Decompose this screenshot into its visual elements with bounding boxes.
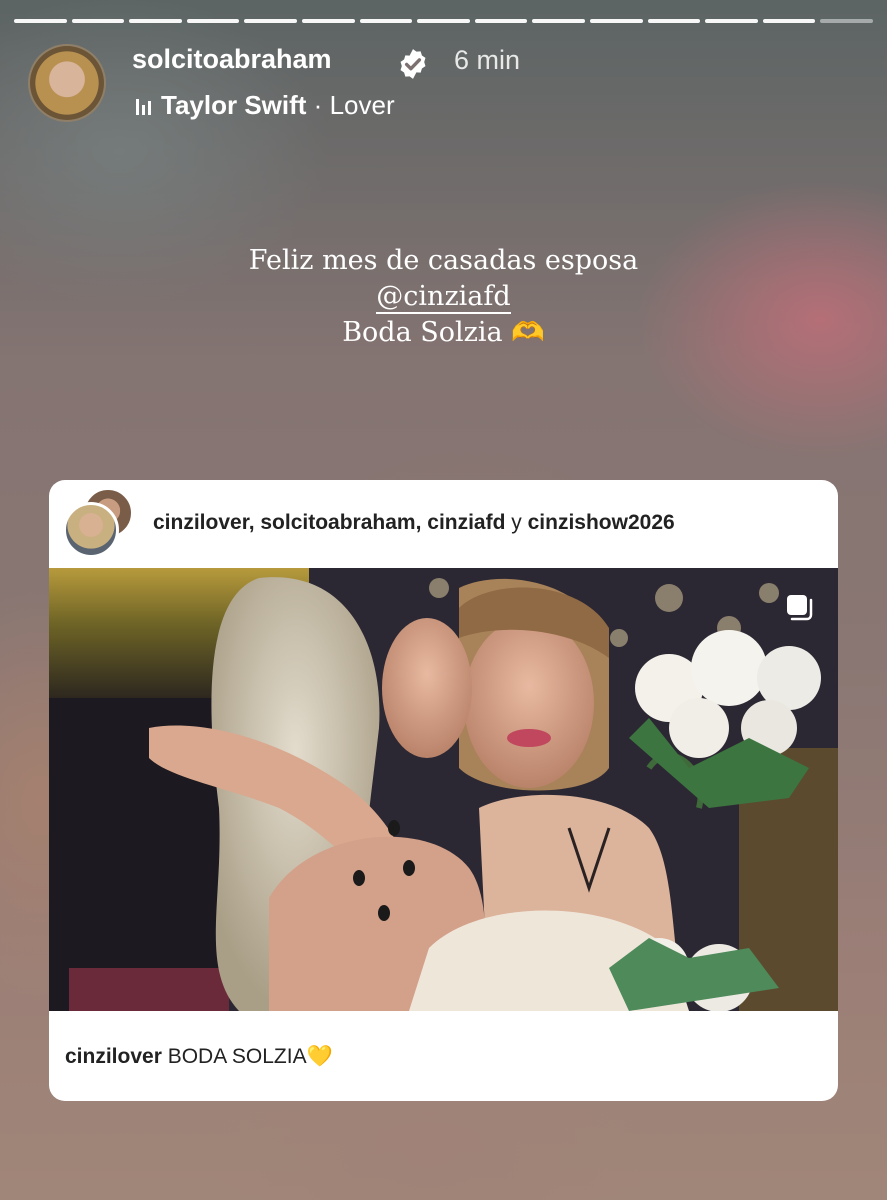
music-bars-icon [136,97,151,115]
multiple-photos-icon [787,595,813,621]
caption-line: Boda Solzia 🫶 [342,317,545,348]
story-caption: Feliz mes de casadas esposa @cinziafd Bo… [0,243,887,351]
post-time: 6 min [454,45,521,75]
progress-segment [762,19,816,23]
music-separator: · [313,90,323,120]
progress-segment [244,19,297,23]
story-progress-bar [14,19,873,23]
progress-segment [186,19,240,23]
music-sticker[interactable]: Taylor Swift · Lover [136,90,395,121]
caption-line: Feliz mes de casadas esposa [248,245,639,276]
progress-segment [820,19,873,23]
post-photo[interactable] [49,568,838,1011]
progress-segment [589,19,643,23]
progress-segment [417,19,470,23]
music-artist: Taylor Swift [161,90,307,120]
mention-link[interactable]: @cinziafd [376,281,511,314]
progress-segment [705,19,758,23]
progress-segment [532,19,585,23]
collaborators-list[interactable]: cinzilover, solcitoabraham, cinziafd y c… [153,511,675,535]
progress-segment [71,19,125,23]
verified-badge-icon [400,49,426,79]
music-song: Lover [329,90,395,120]
progress-segment [129,19,182,23]
photo-illustration [49,568,838,1011]
collaborator-avatar [63,502,119,558]
progress-segment [647,19,701,23]
progress-segment [301,19,355,23]
caption-text: BODA SOLZIA💛 [167,1045,333,1068]
progress-segment [359,19,413,23]
progress-segment [14,19,67,23]
shared-post-card[interactable]: cinzilover, solcitoabraham, cinziafd y c… [49,480,838,1101]
progress-segment [474,19,528,23]
caption-username[interactable]: cinzilover [65,1045,162,1068]
username[interactable]: solcitoabraham [132,44,332,75]
post-header: cinzilover, solcitoabraham, cinziafd y c… [49,480,838,568]
post-caption: cinzilover BODA SOLZIA💛 [65,1045,333,1069]
avatar[interactable] [28,44,106,122]
